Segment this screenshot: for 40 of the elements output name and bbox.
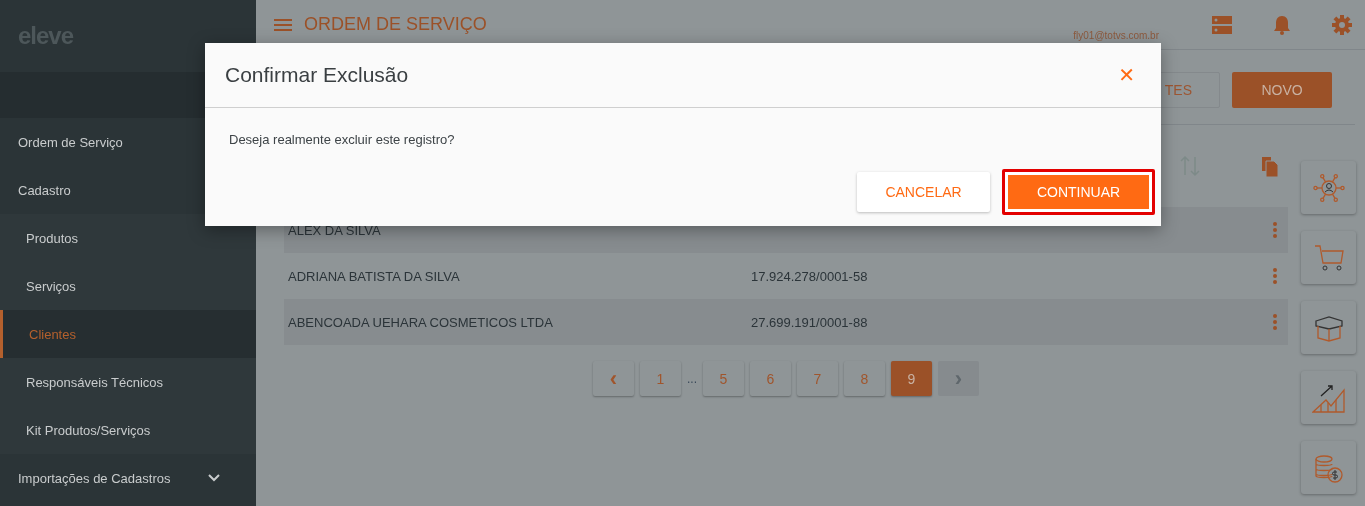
new-button[interactable]: NOVO (1232, 72, 1332, 108)
sidebar-item[interactable]: Serviços (0, 262, 256, 310)
more-options-icon[interactable] (1270, 266, 1280, 286)
table-cell-text: 17.924.278/0001-58 (751, 268, 869, 284)
shortcut-card[interactable] (1301, 161, 1356, 214)
shortcut-card[interactable] (1301, 301, 1356, 354)
more-options-icon[interactable] (1270, 220, 1280, 240)
page-button[interactable]: 8 (844, 361, 885, 396)
table-cell-text: ADRIANA BATISTA DA SILVA (288, 268, 461, 284)
cart-icon (1312, 242, 1345, 273)
user-email: fly01@totvs.com.br (1073, 30, 1159, 41)
sidebar-item[interactable]: Importações de Cadastros (0, 454, 256, 502)
more-options-icon[interactable] (1270, 312, 1280, 332)
page-button[interactable]: 6 (750, 361, 791, 396)
table-cell-text: ABENCOADA UEHARA COSMETICOS LTDA (288, 314, 554, 330)
page-button[interactable]: 5 (703, 361, 744, 396)
page-title: ORDEM DE SERVIÇO (304, 14, 488, 35)
chevron-down-icon (208, 474, 220, 482)
previous-page-button[interactable]: ‹ (593, 361, 634, 396)
sidebar-item[interactable]: Responsáveis Técnicos (0, 358, 256, 406)
sidebar-item[interactable]: Kit Produtos/Serviços (0, 406, 256, 454)
page-button[interactable]: 9 (891, 361, 932, 396)
menu-icon[interactable] (274, 17, 292, 32)
pagination-ellipsis: ... (687, 371, 697, 386)
shortcut-card[interactable] (1301, 441, 1356, 494)
cancel-button[interactable]: CANCELAR (857, 172, 990, 212)
table-cell-text: 27.699.191/0001-88 (751, 314, 869, 330)
dialog-title: Confirmar Exclusão (225, 63, 409, 87)
sidebar-item[interactable]: Clientes (0, 310, 256, 358)
close-button[interactable]: ✕ (1114, 63, 1139, 87)
shortcut-card[interactable] (1301, 371, 1356, 424)
continue-button[interactable]: CONTINUAR (1002, 169, 1155, 215)
copy-icon[interactable] (1260, 155, 1280, 177)
page-button[interactable]: 1 (640, 361, 681, 396)
sidebar-item[interactable]: Produtos (0, 214, 256, 262)
page-button[interactable]: 7 (797, 361, 838, 396)
table-cell-text: ALEX DA SILVA (288, 222, 382, 238)
dialog-message: Deseja realmente excluir este registro? (228, 131, 456, 147)
people-network-icon (1312, 171, 1345, 204)
shortcut-card[interactable] (1301, 231, 1356, 284)
